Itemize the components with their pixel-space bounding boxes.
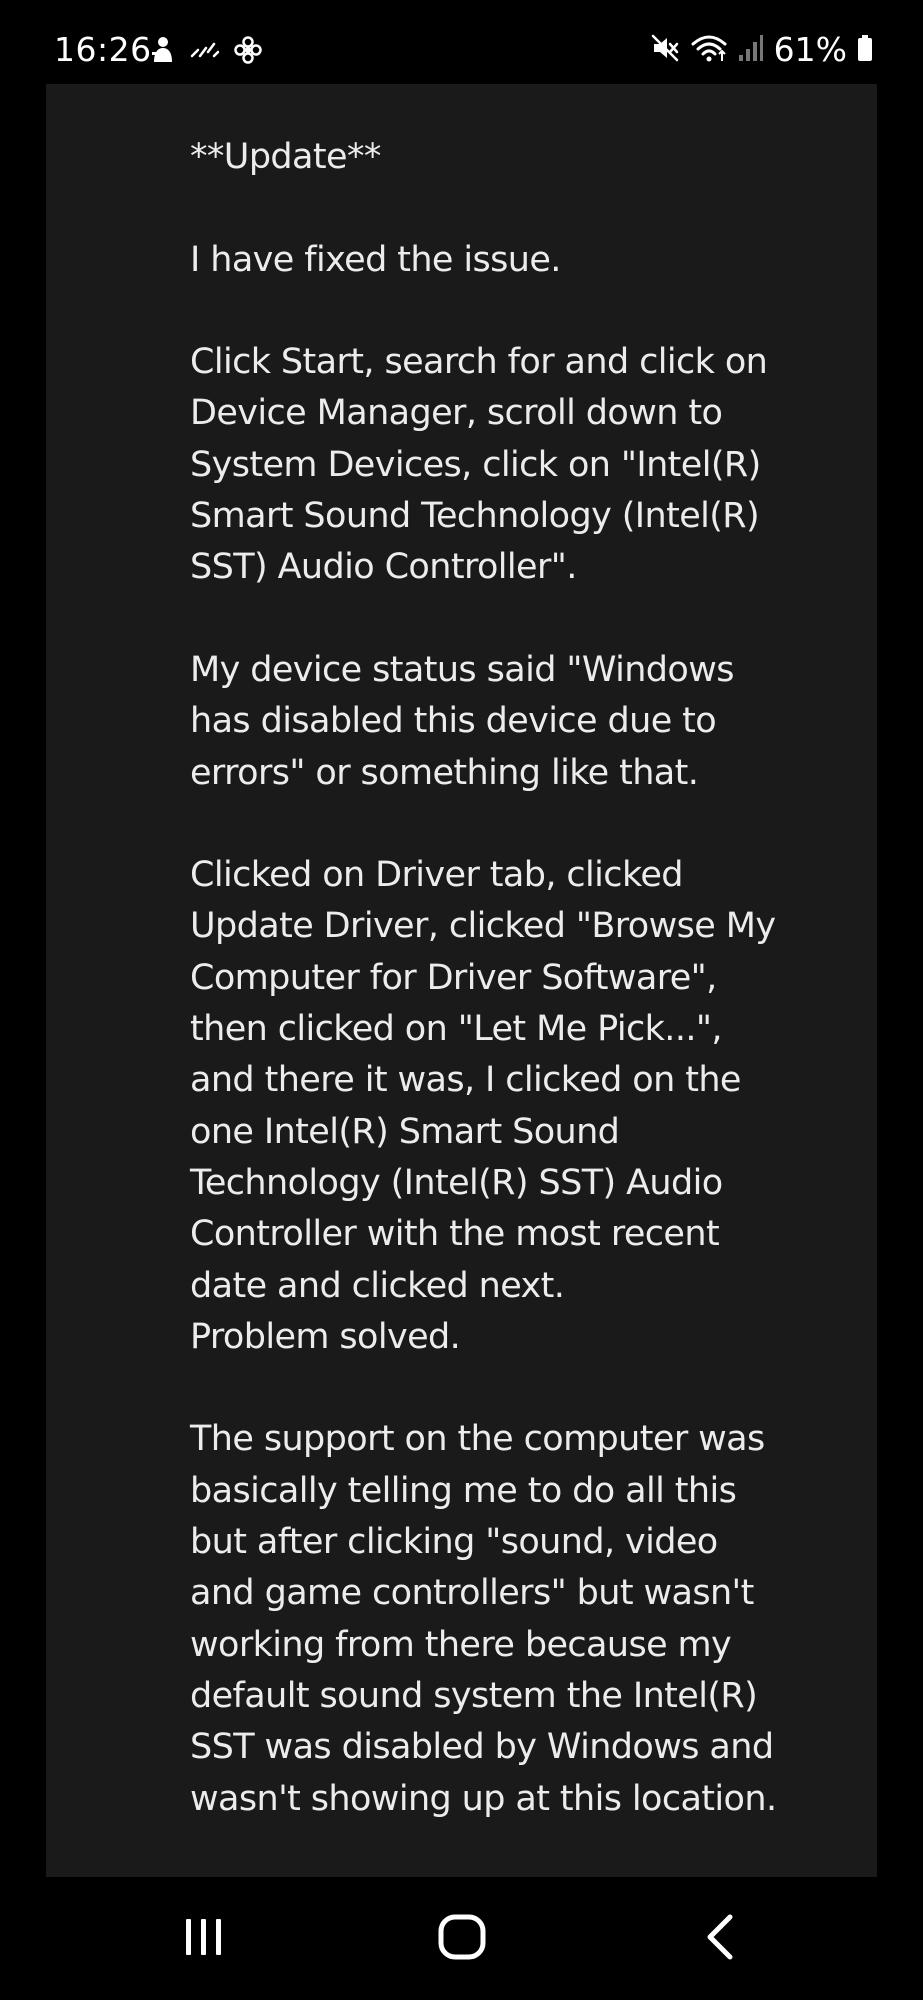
- status-time: 16:26: [54, 30, 152, 69]
- back-icon: [702, 1913, 738, 1965]
- back-button[interactable]: [680, 1907, 760, 1971]
- recents-icon: [182, 1915, 226, 1963]
- status-right-icons: 61%: [650, 30, 873, 70]
- navigation-bar: [0, 1877, 923, 2000]
- wifi-icon: [690, 33, 728, 67]
- home-button[interactable]: [422, 1907, 502, 1971]
- status-bar: 16:26 61%: [0, 0, 923, 84]
- battery-icon: [857, 33, 873, 67]
- recents-button[interactable]: [164, 1907, 244, 1971]
- status-left-icons: [150, 36, 262, 68]
- post-body-text: **Update** I have fixed the issue. Click…: [190, 137, 777, 1819]
- fan-icon: [234, 36, 262, 68]
- home-icon: [437, 1913, 487, 1965]
- person-icon: [150, 36, 176, 68]
- mute-icon: [650, 33, 680, 67]
- battery-percent: 61%: [773, 30, 847, 69]
- signal-dots-icon: [190, 40, 220, 64]
- cell-signal-icon: [738, 33, 764, 67]
